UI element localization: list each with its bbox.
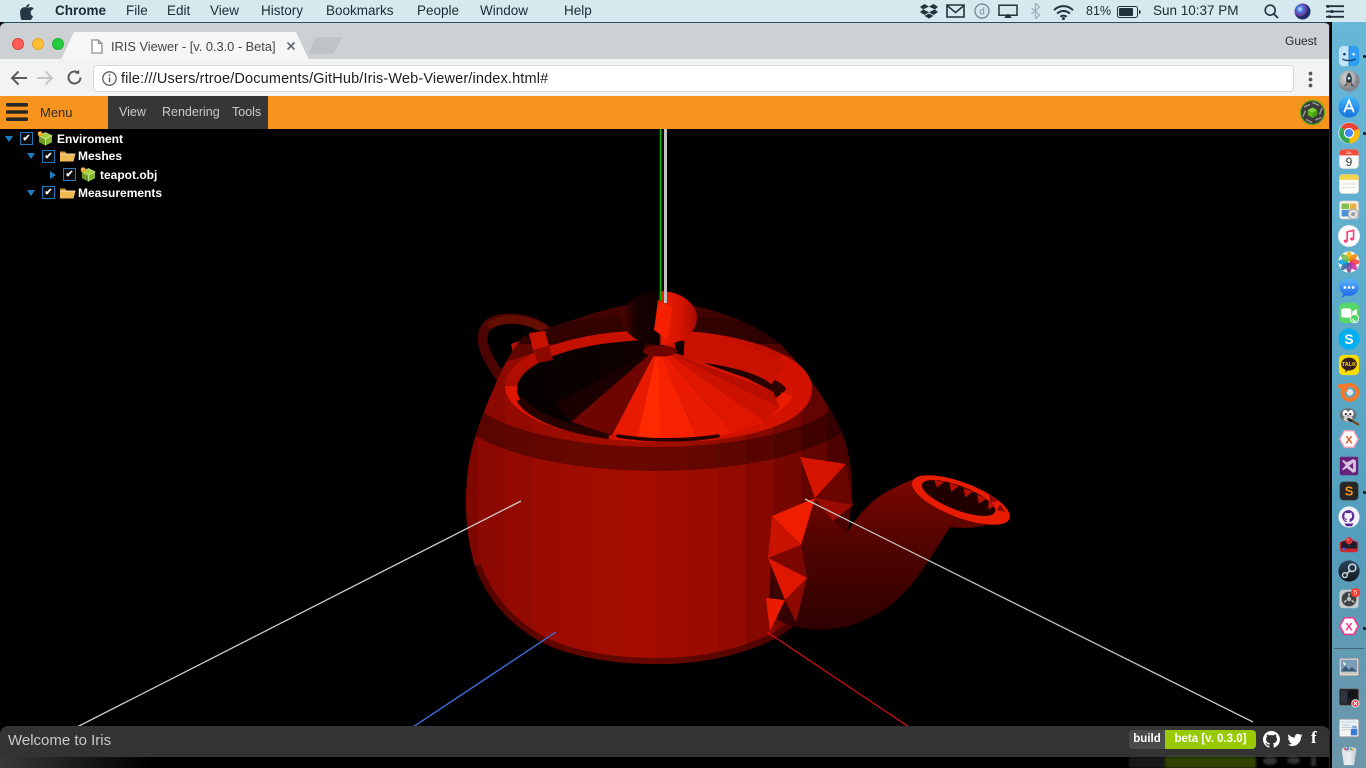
svg-text:S: S	[1345, 484, 1354, 499]
svg-text:X: X	[1345, 435, 1353, 447]
svg-text:X: X	[1345, 622, 1353, 634]
svg-text:TALK: TALK	[1342, 362, 1356, 368]
svg-text:S: S	[1344, 332, 1353, 347]
svg-text:d: d	[979, 7, 985, 18]
svg-text:9: 9	[1346, 154, 1353, 168]
